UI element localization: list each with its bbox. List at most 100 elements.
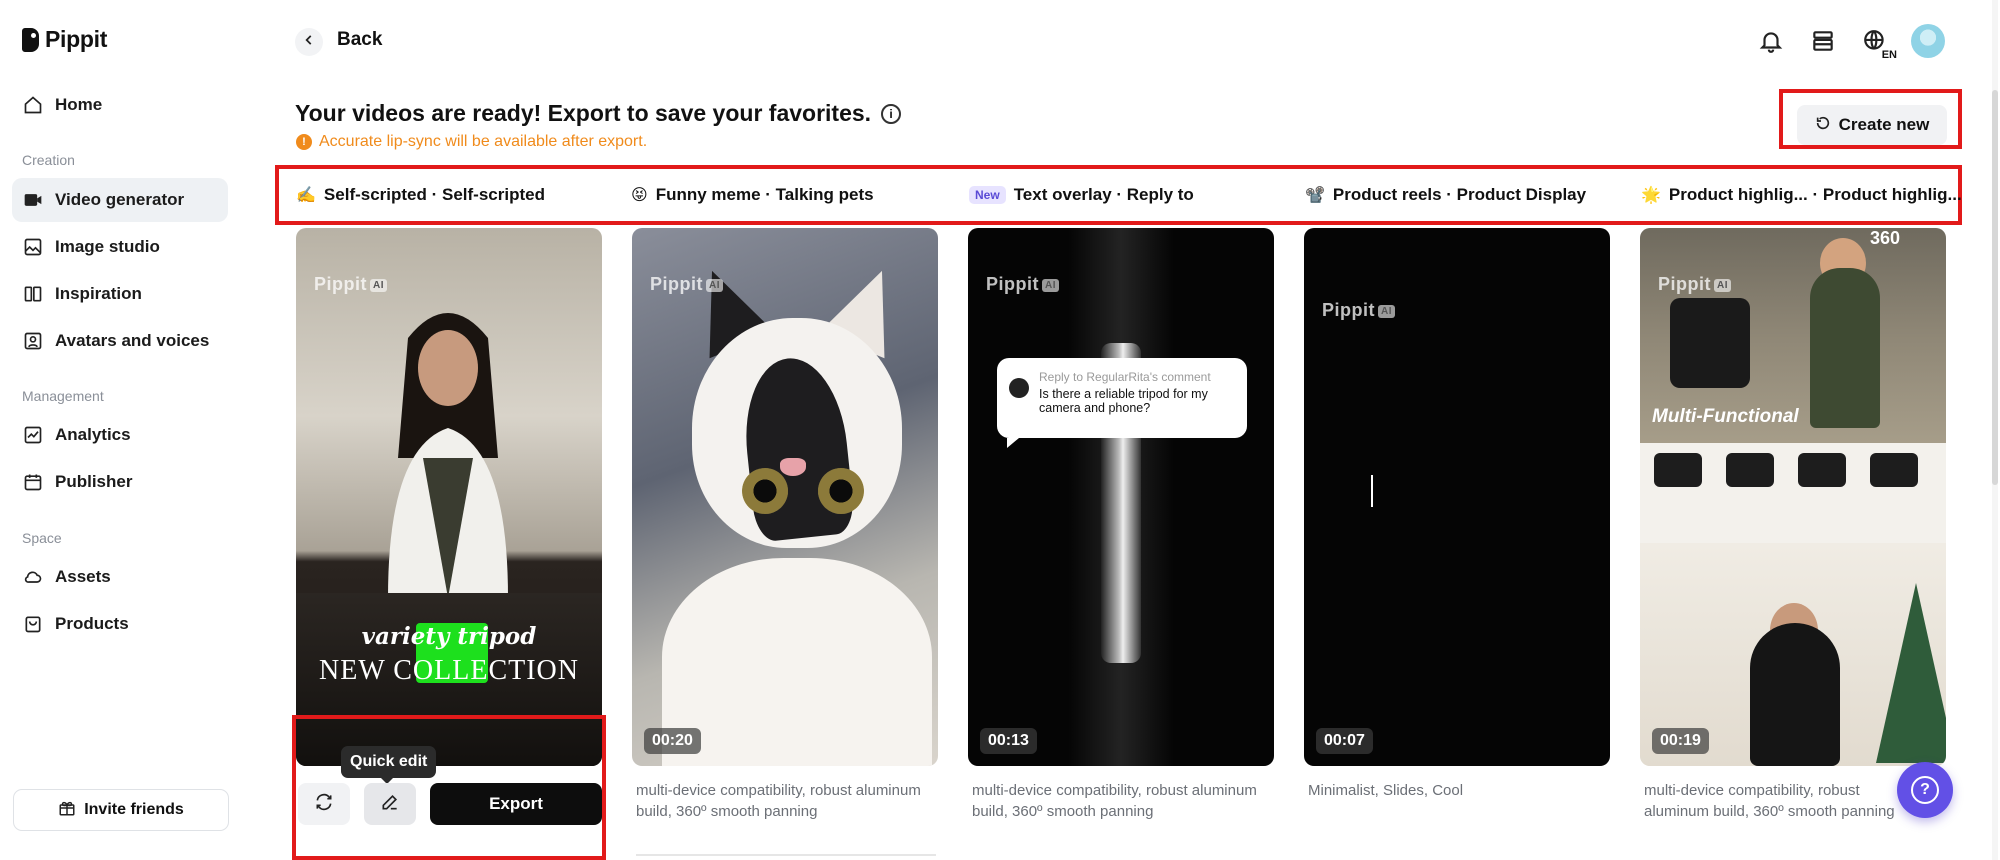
sidebar-item-label: Avatars and voices — [55, 331, 210, 350]
sidebar-item-label: Video generator — [55, 190, 185, 209]
cloud-icon — [23, 567, 43, 587]
section-label-space: Space — [22, 530, 62, 546]
cat-image — [692, 318, 902, 548]
quick-edit-button[interactable] — [364, 783, 416, 825]
video-card-4[interactable]: Pippit AI 00:07 — [1304, 228, 1610, 766]
quick-edit-tooltip: Quick edit — [341, 746, 437, 784]
pippit-logo-icon — [22, 27, 39, 52]
overlay-360: 360 — [1869, 228, 1900, 248]
video-description: multi-device compatibility, robust alumi… — [972, 782, 1257, 820]
cat-fur-patch — [737, 353, 857, 543]
watermark-text: Pippit — [986, 274, 1039, 294]
home-icon — [23, 95, 43, 115]
warning-icon: ! — [296, 134, 312, 150]
video-duration: 00:20 — [644, 728, 701, 754]
tab-label: Product highlig... · Product highlig... — [1668, 185, 1962, 204]
sidebar-item-avatars[interactable]: Avatars and voices — [12, 319, 228, 363]
section-label-management: Management — [22, 388, 104, 404]
sidebar: Pippit Home Creation Video generator Ima… — [0, 0, 250, 860]
tab-self-scripted[interactable]: ✍️ Self-scripted · Self-scripted — [296, 185, 545, 205]
camera-image — [1798, 453, 1846, 487]
tab-product-reels[interactable]: 📽️ Product reels · Product Display — [1305, 185, 1586, 205]
section-label-creation: Creation — [22, 152, 75, 168]
sidebar-item-publisher[interactable]: Publisher — [12, 460, 228, 504]
christmas-tree-image — [1876, 583, 1946, 763]
camera-image — [1654, 453, 1702, 487]
video-duration: 00:07 — [1316, 728, 1373, 754]
back-label[interactable]: Back — [337, 29, 382, 51]
analytics-icon — [23, 425, 43, 445]
warning-text: Accurate lip-sync will be available afte… — [319, 133, 648, 150]
reply-to-label: Reply to RegularRita's comment — [1039, 370, 1211, 384]
sidebar-item-image-studio[interactable]: Image studio — [12, 225, 228, 269]
text-cursor — [1371, 475, 1373, 507]
video-card-2[interactable]: Pippit AI 00:20 — [632, 228, 938, 766]
sidebar-item-label: Products — [55, 614, 129, 633]
video-description: Minimalist, Slides, Cool — [1308, 782, 1464, 799]
ai-badge: AI — [370, 278, 387, 292]
video-watermark: Pippit AI — [1322, 300, 1395, 321]
invite-friends-button[interactable]: Invite friends — [13, 789, 229, 831]
watermark-text: Pippit — [1322, 300, 1375, 320]
ai-badge: AI — [1042, 278, 1059, 292]
presenter-body — [1750, 623, 1840, 766]
user-avatar[interactable] — [1911, 24, 1945, 58]
sidebar-item-home[interactable]: Home — [12, 83, 228, 127]
sidebar-item-label: Publisher — [55, 472, 133, 491]
page-scrollbar[interactable] — [1992, 0, 1998, 860]
cat-nose — [780, 458, 806, 476]
billing-icon[interactable] — [1807, 25, 1839, 57]
tab-label: Product reels · Product Display — [1332, 185, 1587, 204]
sidebar-item-products[interactable]: Products — [12, 602, 228, 646]
app-name: Pippit — [45, 26, 108, 52]
sidebar-item-label: Home — [55, 95, 103, 114]
cat-eye — [742, 468, 788, 514]
tab-product-highlights[interactable]: 🌟 Product highlig... · Product highlig..… — [1641, 185, 1962, 205]
app-logo[interactable]: Pippit — [22, 26, 107, 53]
card-actions-highlight: Quick edit Export — [292, 715, 606, 860]
globe-icon[interactable]: EN — [1859, 25, 1897, 61]
video-card-3[interactable]: Pippit AI Reply to RegularRita's comment … — [968, 228, 1274, 766]
scrollbar-thumb[interactable] — [1992, 90, 1998, 485]
commenter-avatar — [1009, 378, 1029, 398]
refresh-icon — [1815, 115, 1831, 136]
export-button[interactable]: Export — [430, 783, 602, 825]
gift-icon — [58, 799, 76, 822]
sidebar-item-analytics[interactable]: Analytics — [12, 413, 228, 457]
cat-body — [662, 558, 932, 766]
sidebar-item-label: Inspiration — [55, 284, 142, 303]
video-card-1[interactable]: Pippit AI variety tripod NEW COLLECTION — [296, 228, 602, 766]
overlay-title: Multi-Functional — [1652, 406, 1799, 427]
question-mark-icon: ? — [1911, 776, 1939, 804]
create-new-highlight: Create new — [1779, 89, 1962, 149]
tab-text-overlay[interactable]: New Text overlay · Reply to — [969, 185, 1194, 205]
video-description: multi-device compatibility, robust alumi… — [636, 782, 921, 820]
presenter-body — [1810, 268, 1880, 428]
cat-eye — [818, 468, 864, 514]
tab-funny-meme[interactable]: 😝 Funny meme · Talking pets — [631, 185, 874, 205]
star-icon: 🌟 — [1641, 187, 1661, 204]
create-new-button[interactable]: Create new — [1797, 105, 1947, 145]
help-button[interactable]: ? — [1897, 762, 1953, 818]
inspiration-icon — [23, 284, 43, 304]
back-button[interactable] — [295, 28, 323, 56]
sidebar-item-assets[interactable]: Assets — [12, 555, 228, 599]
video-watermark: Pippit AI — [986, 274, 1059, 295]
regenerate-button[interactable] — [298, 783, 350, 825]
bell-icon[interactable] — [1755, 25, 1787, 57]
bag-icon — [23, 614, 43, 634]
projector-icon: 📽️ — [1305, 187, 1325, 204]
presenter-image — [388, 313, 508, 598]
sidebar-item-inspiration[interactable]: Inspiration — [12, 272, 228, 316]
info-icon[interactable]: i — [881, 103, 902, 124]
sidebar-item-video-generator[interactable]: Video generator — [12, 178, 228, 222]
video-style-tabs: ✍️ Self-scripted · Self-scripted 😝 Funny… — [275, 165, 1962, 225]
header-actions: EN — [1755, 24, 1945, 61]
tab-label: Funny meme · Talking pets — [655, 185, 874, 204]
video-card-5[interactable]: 360 Multi-Functional Pippit AI 00:19 — [1640, 228, 1946, 766]
sidebar-item-label: Analytics — [55, 425, 131, 444]
calendar-icon — [23, 472, 43, 492]
ai-badge: AI — [1378, 304, 1395, 318]
reply-comment-bubble: Reply to RegularRita's comment Is there … — [997, 358, 1247, 448]
video-watermark: Pippit AI — [1658, 274, 1731, 295]
